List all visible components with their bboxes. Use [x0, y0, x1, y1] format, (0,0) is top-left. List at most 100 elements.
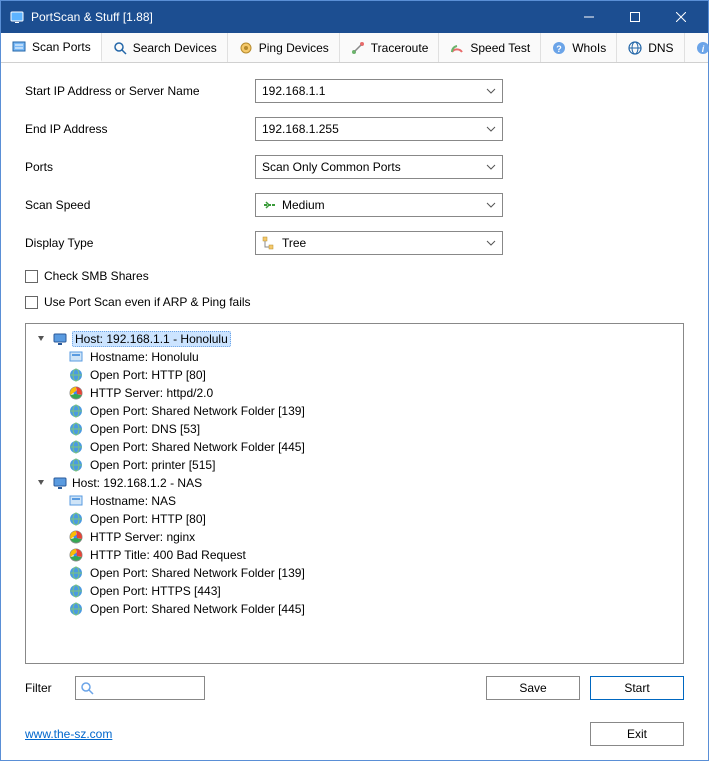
tree-item[interactable]: Hostname: Honolulu	[68, 348, 679, 366]
browser-icon	[68, 529, 84, 545]
tree-item[interactable]: HTTP Title: 400 Bad Request	[68, 546, 679, 564]
tree-children: Hostname: Honolulu Open Port: HTTP [80] …	[68, 348, 679, 474]
tree-item[interactable]: Open Port: Shared Network Folder [139]	[68, 402, 679, 420]
svg-text:?: ?	[556, 44, 562, 54]
collapse-icon[interactable]	[34, 477, 48, 490]
select-value: Medium	[282, 198, 325, 212]
tree-item[interactable]: Hostname: NAS	[68, 492, 679, 510]
globe-icon	[68, 457, 84, 473]
tab-label: Scan Ports	[32, 40, 91, 54]
tree-item-label: Open Port: HTTPS [443]	[90, 584, 221, 598]
smb-checkbox[interactable]	[25, 270, 38, 283]
window-title: PortScan & Stuff [1.88]	[31, 10, 566, 24]
tree-icon	[262, 236, 276, 250]
hostname-icon	[68, 493, 84, 509]
tree-host-node[interactable]: Host: 192.168.1.1 - Honolulu	[30, 330, 679, 348]
tab-speed-test[interactable]: Speed Test	[439, 33, 541, 62]
tree-item[interactable]: Open Port: HTTP [80]	[68, 366, 679, 384]
tree-item[interactable]: Open Port: Shared Network Folder [445]	[68, 600, 679, 618]
browser-icon	[68, 547, 84, 563]
tab-dns[interactable]: DNS	[617, 33, 684, 62]
start-ip-input[interactable]: 192.168.1.1	[255, 79, 503, 103]
tree-item-label: Open Port: printer [515]	[90, 458, 215, 472]
info-icon: i	[695, 40, 709, 56]
collapse-icon[interactable]	[34, 333, 48, 346]
tree-item[interactable]: Open Port: HTTPS [443]	[68, 582, 679, 600]
chevron-down-icon	[486, 202, 496, 208]
filter-input[interactable]	[75, 676, 205, 700]
button-label: Start	[624, 681, 649, 695]
tree-item-label: HTTP Title: 400 Bad Request	[90, 548, 246, 562]
speed-select[interactable]: Medium	[255, 193, 503, 217]
tree-item[interactable]: Open Port: HTTP [80]	[68, 510, 679, 528]
select-value: Tree	[282, 236, 306, 250]
globe-icon	[68, 565, 84, 581]
tree-item[interactable]: Open Port: Shared Network Folder [139]	[68, 564, 679, 582]
tab-label: DNS	[648, 41, 673, 55]
tree-item[interactable]: HTTP Server: nginx	[68, 528, 679, 546]
globe-icon	[68, 403, 84, 419]
display-select[interactable]: Tree	[255, 231, 503, 255]
whois-icon: ?	[551, 40, 567, 56]
tree-item-label: Open Port: DNS [53]	[90, 422, 200, 436]
search-icon	[80, 681, 94, 695]
tree-item[interactable]: Open Port: Shared Network Folder [445]	[68, 438, 679, 456]
globe-icon	[68, 583, 84, 599]
tree-item-label: Hostname: Honolulu	[90, 350, 199, 364]
tree-item-label: Open Port: Shared Network Folder [139]	[90, 404, 305, 418]
app-icon	[9, 9, 25, 25]
ports-select[interactable]: Scan Only Common Ports	[255, 155, 503, 179]
website-link[interactable]: www.the-sz.com	[25, 727, 112, 741]
speed-label: Scan Speed	[25, 198, 255, 212]
host-icon	[52, 475, 68, 491]
tree-item-label: Open Port: HTTP [80]	[90, 368, 206, 382]
dns-icon	[627, 40, 643, 56]
tab-whois[interactable]: ? WhoIs	[541, 33, 617, 62]
speed-medium-icon	[262, 198, 276, 212]
chevron-down-icon	[486, 240, 496, 246]
browser-icon	[68, 385, 84, 401]
start-ip-label: Start IP Address or Server Name	[25, 84, 255, 98]
tree-node-label: Host: 192.168.1.1 - Honolulu	[72, 331, 231, 347]
close-button[interactable]	[658, 1, 704, 33]
titlebar: PortScan & Stuff [1.88]	[1, 1, 708, 33]
button-label: Exit	[627, 727, 647, 741]
globe-icon	[68, 421, 84, 437]
tree-item-label: HTTP Server: nginx	[90, 530, 195, 544]
end-ip-input[interactable]: 192.168.1.255	[255, 117, 503, 141]
input-value: 192.168.1.255	[262, 122, 339, 136]
tab-label: Search Devices	[133, 41, 217, 55]
tree-node-label: Host: 192.168.1.2 - NAS	[72, 476, 202, 490]
hostname-icon	[68, 349, 84, 365]
globe-icon	[68, 439, 84, 455]
tab-label: Ping Devices	[259, 41, 329, 55]
tree-item[interactable]: HTTP Server: httpd/2.0	[68, 384, 679, 402]
chevron-down-icon	[486, 126, 496, 132]
tab-scan-ports[interactable]: Scan Ports	[1, 33, 102, 62]
tab-about[interactable]: i About	[685, 33, 709, 62]
start-button[interactable]: Start	[590, 676, 684, 700]
app-window: PortScan & Stuff [1.88] Scan Ports Searc…	[0, 0, 709, 761]
tree-item[interactable]: Open Port: printer [515]	[68, 456, 679, 474]
tab-label: WhoIs	[572, 41, 606, 55]
minimize-button[interactable]	[566, 1, 612, 33]
tree-item-label: Open Port: Shared Network Folder [445]	[90, 440, 305, 454]
search-devices-icon	[112, 40, 128, 56]
tab-ping-devices[interactable]: Ping Devices	[228, 33, 340, 62]
tree-item[interactable]: Open Port: DNS [53]	[68, 420, 679, 438]
results-tree[interactable]: Host: 192.168.1.1 - Honolulu Hostname: H…	[25, 323, 684, 664]
tree-item-label: HTTP Server: httpd/2.0	[90, 386, 213, 400]
tab-search-devices[interactable]: Search Devices	[102, 33, 228, 62]
maximize-button[interactable]	[612, 1, 658, 33]
tree-item-label: Hostname: NAS	[90, 494, 176, 508]
exit-button[interactable]: Exit	[590, 722, 684, 746]
end-ip-label: End IP Address	[25, 122, 255, 136]
tree-host-node[interactable]: Host: 192.168.1.2 - NAS	[30, 474, 679, 492]
arp-checkbox[interactable]	[25, 296, 38, 309]
save-button[interactable]: Save	[486, 676, 580, 700]
tab-bar: Scan Ports Search Devices Ping Devices T…	[1, 33, 708, 63]
host-icon	[52, 331, 68, 347]
filter-label: Filter	[25, 681, 65, 695]
select-value: Scan Only Common Ports	[262, 160, 401, 174]
tab-traceroute[interactable]: Traceroute	[340, 33, 440, 62]
